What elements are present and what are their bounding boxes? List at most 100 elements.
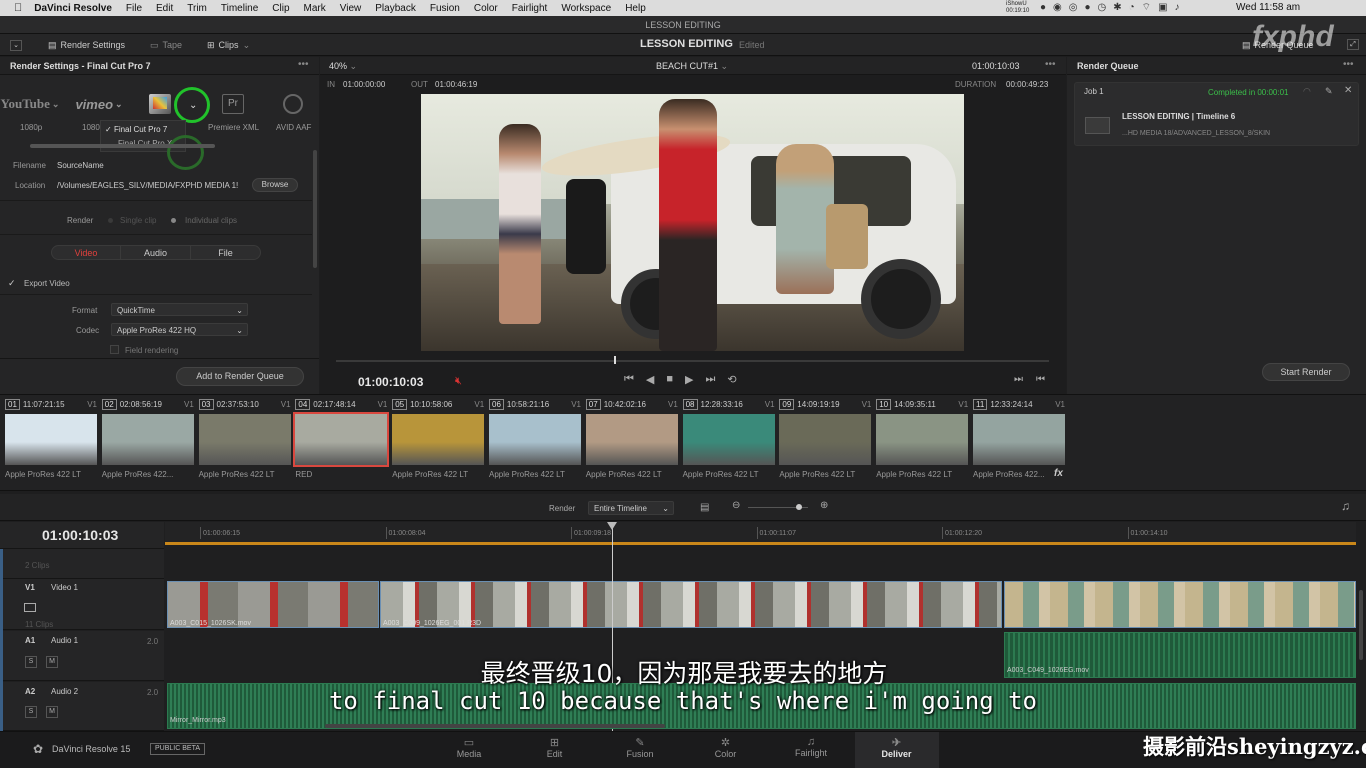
next-clip-icon[interactable]: ⏭︎ bbox=[1014, 374, 1023, 385]
track-name-a1[interactable]: Audio 1 bbox=[51, 636, 78, 645]
clip-thumbnail[interactable] bbox=[101, 414, 194, 465]
page-tab-media[interactable]: ▭ Media bbox=[427, 732, 511, 768]
individual-clips-radio[interactable] bbox=[171, 218, 176, 223]
prev-clip-icon[interactable]: ⏮︎ bbox=[1036, 374, 1045, 385]
menu-view[interactable]: View bbox=[340, 3, 362, 14]
format-select[interactable]: QuickTime ⌄ bbox=[111, 303, 248, 316]
media-clip-04[interactable]: 04 02:17:48:14 V1 RED bbox=[293, 398, 390, 483]
clip-thumbnail[interactable] bbox=[585, 414, 678, 465]
jump-start-icon[interactable]: ⏮︎ bbox=[624, 373, 634, 386]
render-settings-button[interactable]: ▤ Render Settings bbox=[48, 34, 125, 56]
menu-workspace[interactable]: Workspace bbox=[561, 3, 611, 14]
zoom-out-icon[interactable]: ⊖ bbox=[732, 500, 740, 511]
menu-color[interactable]: Color bbox=[474, 3, 498, 14]
clip-thumbnail[interactable] bbox=[198, 414, 291, 465]
menu-help[interactable]: Help bbox=[625, 3, 646, 14]
edit-pencil-icon[interactable]: ✎ bbox=[1325, 86, 1333, 97]
menu-playback[interactable]: Playback bbox=[375, 3, 416, 14]
media-clip-06[interactable]: 06 10:58:21:16 V1 Apple ProRes 422 LT bbox=[489, 398, 584, 483]
mute-icon[interactable]: 🔇︎ bbox=[455, 375, 462, 388]
media-clip-07[interactable]: 07 10:42:02:16 V1 Apple ProRes 422 LT bbox=[585, 398, 681, 483]
clip-thumbnail[interactable] bbox=[5, 414, 97, 465]
workspace-toggle-button[interactable]: ⌄ bbox=[10, 34, 22, 56]
export-video-checkbox[interactable]: ✓ bbox=[8, 278, 16, 289]
preset-youtube[interactable]: YouTube ⌄ bbox=[1, 90, 60, 118]
playhead-marker-icon[interactable] bbox=[607, 522, 617, 530]
page-tab-fairlight[interactable]: ♫ Fairlight bbox=[769, 732, 853, 768]
delete-icon[interactable]: ✕ bbox=[1344, 85, 1352, 96]
timeline-video-clip[interactable]: A003_C015_1026SK.mov bbox=[167, 581, 379, 628]
ishowu-indicator[interactable]: iShowU 00:19:10 bbox=[1006, 1, 1029, 15]
viewer-scrubber-track[interactable] bbox=[336, 360, 1049, 362]
clip-thumbnail[interactable] bbox=[293, 412, 390, 467]
media-clip-10[interactable]: 10 14:09:35:11 V1 Apple ProRes 422 LT bbox=[876, 398, 971, 483]
play-icon[interactable]: ▶ bbox=[685, 373, 693, 386]
menu-timeline[interactable]: Timeline bbox=[221, 3, 258, 14]
media-clip-03[interactable]: 03 02:37:53:10 V1 Apple ProRes 422 LT bbox=[198, 398, 294, 483]
preset-vimeo[interactable]: vimeo ⌄ bbox=[74, 90, 124, 118]
media-clip-09[interactable]: 09 14:09:19:19 V1 Apple ProRes 422 LT bbox=[779, 398, 874, 483]
single-clip-radio[interactable] bbox=[108, 218, 113, 223]
menu-clip[interactable]: Clip bbox=[272, 3, 289, 14]
menu-edit[interactable]: Edit bbox=[156, 3, 173, 14]
start-render-button[interactable]: Start Render bbox=[1262, 363, 1350, 381]
jump-end-icon[interactable]: ⏭︎ bbox=[706, 373, 716, 386]
filename-value[interactable]: SourceName bbox=[57, 161, 104, 170]
viewer-options-icon[interactable]: ••• bbox=[1045, 59, 1056, 70]
clips-button[interactable]: ⊞ Clips ⌄ bbox=[207, 34, 250, 56]
location-value[interactable]: /Volumes/EAGLES_SILV/MEDIA/FXPHD MEDIA 1… bbox=[57, 181, 247, 190]
zoom-slider-handle[interactable] bbox=[796, 504, 802, 510]
menu-app[interactable]: DaVinci Resolve bbox=[34, 3, 112, 14]
page-tab-color[interactable]: ✲ Color bbox=[684, 732, 768, 768]
page-tab-fusion[interactable]: ✎ Fusion bbox=[598, 732, 682, 768]
render-job-card[interactable]: Job 1 Completed in 00:00:01 ◠ ✎ ✕ LESSON… bbox=[1074, 82, 1359, 146]
stop-icon[interactable]: ■ bbox=[666, 373, 673, 386]
preset-avid[interactable] bbox=[280, 90, 306, 118]
codec-select[interactable]: Apple ProRes 422 HQ ⌄ bbox=[111, 323, 248, 336]
track-lock-icon[interactable] bbox=[24, 603, 36, 612]
apple-icon[interactable]:  bbox=[14, 2, 22, 14]
clip-thumbnail[interactable] bbox=[392, 414, 485, 465]
fullscreen-button[interactable]: ⤢ bbox=[1347, 39, 1359, 50]
render-queue-options-icon[interactable]: ••• bbox=[1343, 59, 1354, 70]
media-clip-02[interactable]: 02 02:08:56:19 V1 Apple ProRes 422... bbox=[101, 398, 197, 483]
menu-fairlight[interactable]: Fairlight bbox=[512, 3, 548, 14]
clip-thumbnail[interactable] bbox=[682, 414, 775, 465]
page-tab-edit[interactable]: ⊞ Edit bbox=[513, 732, 597, 768]
dropdown-chevron-icon[interactable]: ⌄ bbox=[189, 100, 197, 111]
zoom-select[interactable]: 40% ⌄ bbox=[329, 61, 357, 72]
clip-thumbnail[interactable] bbox=[973, 414, 1065, 465]
tab-file[interactable]: File bbox=[190, 245, 261, 260]
preset-final-cut[interactable] bbox=[145, 90, 175, 118]
dropdown-option-fcp7[interactable]: ✓ Final Cut Pro 7 bbox=[105, 125, 167, 134]
settings-scrollbar[interactable] bbox=[313, 150, 317, 268]
menu-file[interactable]: File bbox=[126, 3, 142, 14]
reverse-play-icon[interactable]: ◀ bbox=[646, 373, 654, 386]
menu-trim[interactable]: Trim bbox=[187, 3, 207, 14]
clip-thumbnail[interactable] bbox=[779, 414, 872, 465]
preset-scrollbar[interactable] bbox=[30, 144, 215, 148]
menu-fusion[interactable]: Fusion bbox=[430, 3, 460, 14]
zoom-in-icon[interactable]: ⊕ bbox=[820, 500, 828, 511]
preset-premiere[interactable]: Pr bbox=[220, 90, 246, 118]
media-clip-01[interactable]: 01 11:07:21:15 V1 Apple ProRes 422 LT bbox=[5, 398, 100, 483]
timeline-scrollbar[interactable] bbox=[325, 724, 665, 728]
tab-video[interactable]: Video bbox=[51, 245, 121, 260]
media-clip-08[interactable]: 08 12:28:33:16 V1 Apple ProRes 422 LT bbox=[682, 398, 778, 483]
tab-audio[interactable]: Audio bbox=[120, 245, 191, 260]
track-name-v1[interactable]: Video 1 bbox=[51, 583, 78, 592]
tape-button[interactable]: ▭ Tape bbox=[150, 34, 182, 56]
loop-icon[interactable]: ⟲ bbox=[727, 373, 736, 386]
timeline-name-select[interactable]: BEACH CUT#1 ⌄ bbox=[656, 61, 728, 72]
fx-icon[interactable]: fx bbox=[1054, 468, 1063, 479]
timeline-vertical-scrollbar[interactable] bbox=[1359, 590, 1363, 660]
timeline-view-icon[interactable]: ▤ bbox=[700, 502, 709, 513]
menu-mark[interactable]: Mark bbox=[304, 3, 326, 14]
timeline-video-clip[interactable]: A003_C009_1026EG_001.R3D bbox=[380, 581, 1002, 628]
clip-thumbnail[interactable] bbox=[489, 414, 581, 465]
audio-meter-icon[interactable]: ♫ bbox=[1341, 499, 1350, 513]
media-clip-05[interactable]: 05 10:10:58:06 V1 Apple ProRes 422 LT bbox=[392, 398, 487, 483]
viewer-scrubber-handle[interactable] bbox=[614, 356, 617, 364]
panel-options-icon[interactable]: ••• bbox=[298, 59, 309, 70]
timeline-video-clip[interactable] bbox=[1004, 581, 1356, 628]
